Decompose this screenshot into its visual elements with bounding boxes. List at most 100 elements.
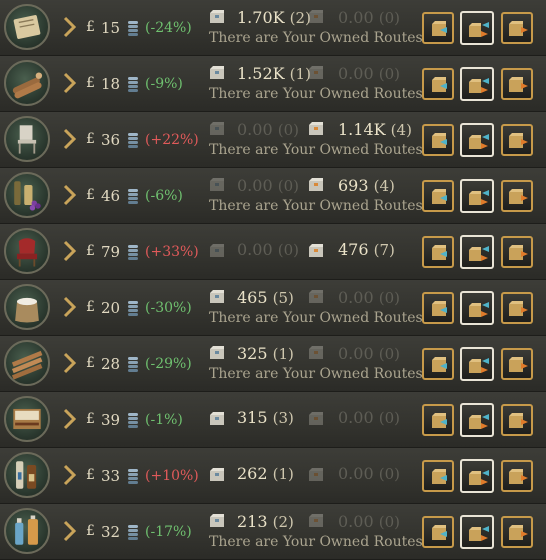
export-crate-icon — [509, 133, 528, 148]
import-route-button[interactable] — [422, 516, 454, 548]
chevron-right-icon[interactable] — [62, 464, 76, 486]
export-route-button[interactable] — [501, 68, 533, 100]
import-amount: 1.52K (1) — [237, 64, 311, 83]
price-change-percent: (+22%) — [145, 132, 199, 148]
swap-route-button[interactable] — [460, 291, 494, 325]
import-route-button[interactable] — [422, 460, 454, 492]
stockpile-icon — [128, 301, 138, 316]
owned-routes-note: There are Your Owned Routes — [209, 366, 423, 382]
export-route-button[interactable] — [501, 404, 533, 436]
import-crate-icon — [432, 469, 447, 484]
swap-crate-icon — [469, 78, 489, 93]
swap-crate-icon — [469, 414, 489, 429]
goods-row: £ 33 (+10%) 262 (1) 0.00 (0) — [0, 448, 546, 504]
import-route-button[interactable] — [422, 68, 454, 100]
goods-row: £ 79 (+33%) 0.00 (0) 476 (7) — [0, 224, 546, 280]
import-amount: 0.00 (0) — [237, 240, 299, 259]
import-route-button[interactable] — [422, 12, 454, 44]
luxury-furniture-icon[interactable] — [4, 228, 50, 274]
import-crate-icon — [432, 357, 447, 372]
swap-route-button[interactable] — [460, 515, 494, 549]
swap-route-button[interactable] — [460, 11, 494, 45]
swap-route-button[interactable] — [460, 179, 494, 213]
export-crate-icon — [509, 469, 528, 484]
wood-icon[interactable] — [4, 60, 50, 106]
chevron-right-icon[interactable] — [62, 240, 76, 262]
chevron-right-icon[interactable] — [62, 520, 76, 542]
import-route-button[interactable] — [422, 348, 454, 380]
wine-icon[interactable] — [4, 172, 50, 218]
price-change-percent: (-29%) — [145, 356, 192, 372]
swap-route-button[interactable] — [460, 459, 494, 493]
chevron-right-icon[interactable] — [62, 408, 76, 430]
import-route-button[interactable] — [422, 404, 454, 436]
import-crate-icon — [432, 301, 447, 316]
import-amount: 262 (1) — [237, 464, 294, 483]
owned-routes-note: There are Your Owned Routes — [209, 198, 423, 214]
swap-route-button[interactable] — [460, 67, 494, 101]
swap-route-button[interactable] — [460, 123, 494, 157]
chevron-right-icon[interactable] — [62, 72, 76, 94]
price-change-percent: (+33%) — [145, 244, 199, 260]
import-route-button[interactable] — [422, 236, 454, 268]
export-route-button[interactable] — [501, 124, 533, 156]
crate-export-icon — [309, 66, 323, 79]
import-route-button[interactable] — [422, 124, 454, 156]
paper-icon[interactable] — [4, 4, 50, 50]
grain-sack-icon[interactable] — [4, 284, 50, 330]
crate-export-icon — [309, 412, 323, 425]
export-route-button[interactable] — [501, 12, 533, 44]
export-crate-icon — [509, 301, 528, 316]
cigar-box-icon[interactable] — [4, 396, 50, 442]
chevron-right-icon[interactable] — [62, 184, 76, 206]
owned-routes-note: There are Your Owned Routes — [209, 30, 423, 46]
swap-crate-icon — [469, 246, 489, 261]
swap-route-button[interactable] — [460, 347, 494, 381]
swap-route-button[interactable] — [460, 403, 494, 437]
import-amount: 0.00 (0) — [237, 176, 299, 195]
import-crate-icon — [432, 525, 447, 540]
import-crate-icon — [432, 413, 447, 428]
import-route-button[interactable] — [422, 180, 454, 212]
crate-export-icon — [309, 10, 323, 23]
price-value: 18 — [101, 75, 121, 93]
export-route-button[interactable] — [501, 292, 533, 324]
furniture-icon[interactable] — [4, 116, 50, 162]
export-amount: 0.00 (0) — [338, 408, 400, 427]
crate-icon — [210, 10, 224, 23]
export-amount: 0.00 (0) — [338, 464, 400, 483]
goods-row: £ 36 (+22%) 0.00 (0) 1.14K (4) There are… — [0, 112, 546, 168]
chevron-right-icon[interactable] — [62, 128, 76, 150]
price-value: 46 — [101, 187, 121, 205]
medicine-bottles-icon[interactable] — [4, 508, 50, 554]
price-change-percent: (+10%) — [145, 468, 199, 484]
chevron-right-icon[interactable] — [62, 16, 76, 38]
pound-icon: £ — [86, 75, 95, 91]
pound-icon: £ — [86, 523, 95, 539]
pound-icon: £ — [86, 243, 95, 259]
planks-icon[interactable] — [4, 340, 50, 386]
export-route-button[interactable] — [501, 348, 533, 380]
liquor-bottles-icon[interactable] — [4, 452, 50, 498]
price-change-percent: (-24%) — [145, 20, 192, 36]
chevron-right-icon[interactable] — [62, 296, 76, 318]
price-value: 15 — [101, 19, 121, 37]
pound-icon: £ — [86, 19, 95, 35]
swap-route-button[interactable] — [460, 235, 494, 269]
import-amount: 1.70K (2) — [237, 8, 311, 27]
export-route-button[interactable] — [501, 516, 533, 548]
goods-row: £ 28 (-29%) 325 (1) 0.00 (0) There are Y… — [0, 336, 546, 392]
export-route-button[interactable] — [501, 180, 533, 212]
price-change-percent: (-6%) — [145, 188, 183, 204]
import-crate-icon — [432, 77, 447, 92]
price-change-percent: (-30%) — [145, 300, 192, 316]
export-route-button[interactable] — [501, 460, 533, 492]
price-value: 79 — [101, 243, 121, 261]
chevron-right-icon[interactable] — [62, 352, 76, 374]
crate-icon — [210, 66, 224, 79]
import-route-button[interactable] — [422, 292, 454, 324]
crate-icon — [210, 514, 224, 527]
crate-icon — [210, 290, 224, 303]
export-crate-icon — [509, 357, 528, 372]
export-route-button[interactable] — [501, 236, 533, 268]
